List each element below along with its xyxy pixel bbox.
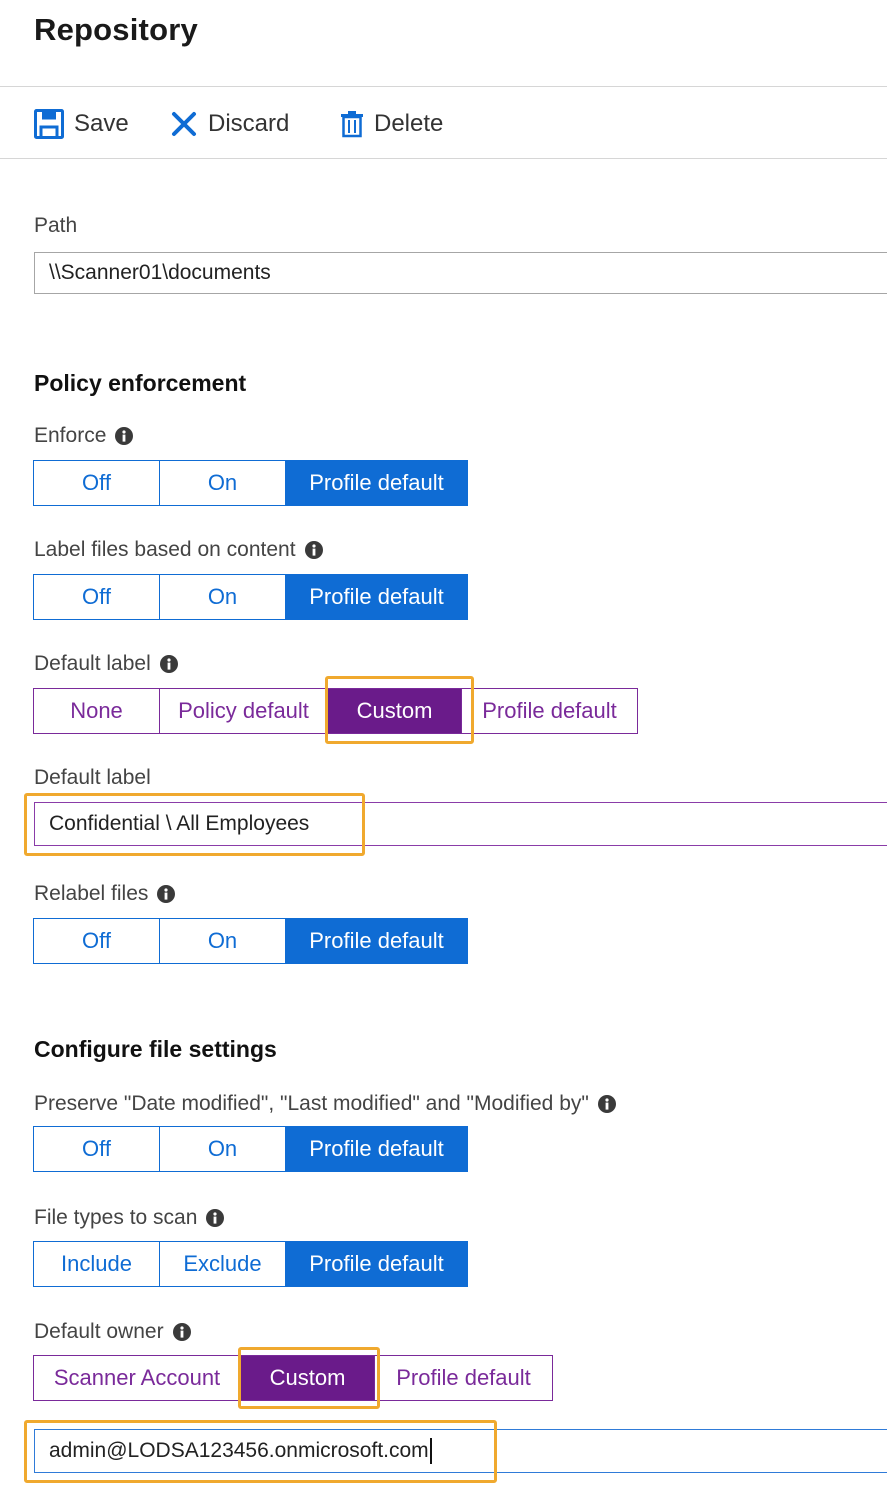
info-icon[interactable] (159, 655, 178, 673)
default-owner-profile-default-option[interactable]: Profile default (374, 1355, 553, 1401)
save-button[interactable]: Save (34, 104, 129, 144)
delete-button[interactable]: Delete (340, 104, 443, 144)
relabel-toggle: Off On Profile default (33, 918, 468, 964)
default-owner-value: admin@LODSA123456.onmicrosoft.com (49, 1439, 429, 1462)
preserve-label: Preserve "Date modified", "Last modified… (34, 1092, 616, 1116)
info-icon[interactable] (597, 1095, 616, 1113)
preserve-toggle: Off On Profile default (33, 1126, 468, 1172)
path-value: \\Scanner01\documents (49, 261, 271, 284)
file-types-exclude-option[interactable]: Exclude (159, 1241, 286, 1287)
default-owner-toggle: Scanner Account Custom Profile default (33, 1355, 553, 1401)
label-files-label: Label files based on content (34, 538, 323, 562)
relabel-on-option[interactable]: On (159, 918, 286, 964)
policy-enforcement-heading: Policy enforcement (34, 370, 247, 396)
default-label-policy-default-option[interactable]: Policy default (159, 688, 328, 734)
enforce-profile-default-option[interactable]: Profile default (285, 460, 468, 506)
label-files-profile-default-option[interactable]: Profile default (285, 574, 468, 620)
relabel-label: Relabel files (34, 882, 176, 906)
default-label-value-label: Default label (34, 766, 151, 789)
enforce-toggle: Off On Profile default (33, 460, 468, 506)
preserve-profile-default-option[interactable]: Profile default (285, 1126, 468, 1172)
info-icon[interactable] (115, 427, 134, 445)
label-files-on-option[interactable]: On (159, 574, 286, 620)
text-caret (429, 1438, 432, 1464)
discard-button[interactable]: Discard (170, 104, 289, 144)
discard-label: Discard (208, 110, 290, 137)
save-icon (34, 109, 64, 139)
default-label-value: Confidential \ All Employees (49, 812, 310, 835)
save-label: Save (74, 110, 129, 137)
delete-label: Delete (374, 110, 444, 137)
default-label-mode-toggle: None Policy default Custom Profile defau… (33, 688, 638, 734)
info-icon[interactable] (304, 541, 323, 559)
default-owner-custom-option[interactable]: Custom (240, 1355, 375, 1401)
default-owner-label: Default owner (34, 1320, 191, 1344)
enforce-on-option[interactable]: On (159, 460, 286, 506)
toolbar-divider (0, 158, 887, 159)
info-icon[interactable] (157, 885, 176, 903)
label-files-off-option[interactable]: Off (33, 574, 160, 620)
default-label-profile-default-option[interactable]: Profile default (461, 688, 638, 734)
enforce-label: Enforce (34, 424, 134, 448)
preserve-on-option[interactable]: On (159, 1126, 286, 1172)
close-icon (170, 110, 198, 138)
default-owner-scanner-account-option[interactable]: Scanner Account (33, 1355, 241, 1401)
enforce-off-option[interactable]: Off (33, 460, 160, 506)
relabel-profile-default-option[interactable]: Profile default (285, 918, 468, 964)
default-owner-input[interactable]: admin@LODSA123456.onmicrosoft.com (34, 1429, 887, 1473)
file-types-profile-default-option[interactable]: Profile default (285, 1241, 468, 1287)
file-types-label: File types to scan (34, 1206, 225, 1230)
default-label-none-option[interactable]: None (33, 688, 160, 734)
info-icon[interactable] (172, 1323, 191, 1341)
relabel-off-option[interactable]: Off (33, 918, 160, 964)
page-title: Repository (34, 12, 198, 47)
file-types-include-option[interactable]: Include (33, 1241, 160, 1287)
default-label-mode-label: Default label (34, 652, 178, 676)
header-divider (0, 86, 887, 87)
default-label-custom-option[interactable]: Custom (327, 688, 462, 734)
preserve-off-option[interactable]: Off (33, 1126, 160, 1172)
info-icon[interactable] (206, 1209, 225, 1227)
label-files-toggle: Off On Profile default (33, 574, 468, 620)
trash-icon (340, 110, 364, 138)
path-input[interactable]: \\Scanner01\documents (34, 252, 887, 294)
default-label-input[interactable]: Confidential \ All Employees (34, 802, 887, 846)
file-settings-heading: Configure file settings (34, 1036, 277, 1062)
file-types-toggle: Include Exclude Profile default (33, 1241, 468, 1287)
path-label: Path (34, 214, 78, 237)
